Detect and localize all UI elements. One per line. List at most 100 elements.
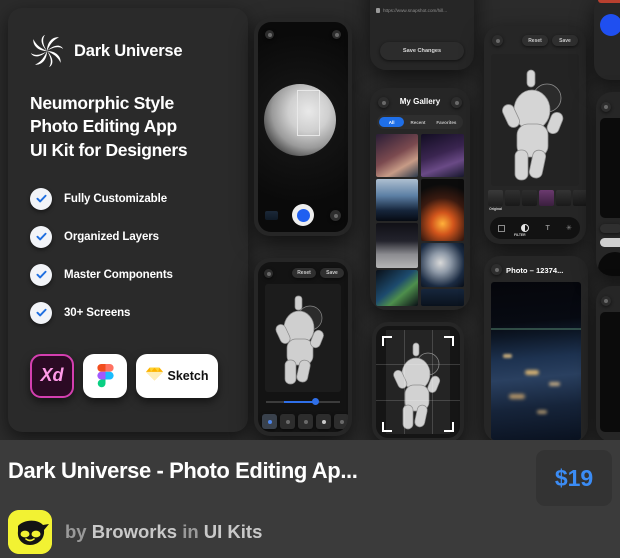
crop-corner-icon[interactable]	[382, 336, 392, 346]
gallery-thumb[interactable]	[421, 179, 464, 241]
filter-thumb[interactable]	[505, 190, 520, 206]
feature-list: Fully Customizable Organized Layers Mast…	[30, 187, 228, 324]
gallery-thumb[interactable]	[421, 134, 464, 177]
headline-line-2: Photo Editing App	[30, 116, 177, 137]
filter-thumb[interactable]	[522, 190, 537, 206]
tab-recent[interactable]: Recent	[404, 117, 431, 127]
adobe-xd-label: Xd	[40, 365, 64, 386]
feature-item: Fully Customizable	[30, 187, 228, 210]
camera-screen[interactable]	[254, 18, 352, 236]
back-arrow-icon[interactable]	[264, 269, 273, 278]
feature-label: Fully Customizable	[64, 192, 167, 205]
astronaut-photo	[265, 284, 341, 392]
filter-thumb[interactable]	[573, 190, 586, 206]
author-name[interactable]: Broworks	[92, 521, 177, 542]
check-circle-icon	[30, 263, 52, 286]
byline-text: by Broworks in UI Kits	[65, 521, 262, 543]
filter-thumb-selected[interactable]	[539, 190, 554, 206]
gallery-thumbnail-icon[interactable]	[265, 211, 278, 220]
filter-thumb-label: Original	[489, 207, 502, 211]
filter-icon[interactable]	[521, 224, 530, 232]
gallery-thumb[interactable]	[376, 270, 418, 306]
filter-toolbar[interactable]: T ✳	[490, 217, 580, 239]
gallery-thumb[interactable]	[376, 223, 418, 268]
crop-screen[interactable]	[372, 322, 464, 440]
product-card: Dark Universe Neumorphic Style Photo Edi…	[0, 0, 620, 558]
back-arrow-icon[interactable]	[491, 264, 502, 275]
filter-thumb[interactable]	[556, 190, 571, 206]
filter-thumbnail-strip[interactable]: Original	[488, 190, 586, 211]
browser-share-card[interactable]: https://www.snapshot.com/hill... Save Ch…	[370, 0, 474, 70]
url-text: https://www.snapshot.com/hill...	[383, 7, 448, 13]
partial-screen-top-right[interactable]	[594, 0, 620, 80]
save-button[interactable]: Save	[320, 268, 344, 278]
focus-frame	[297, 90, 320, 136]
more-options-icon[interactable]	[451, 97, 462, 108]
price-badge[interactable]: $19	[536, 450, 612, 506]
save-changes-button[interactable]: Save Changes	[380, 42, 464, 60]
gallery-thumb[interactable]	[376, 134, 418, 177]
feature-label: Organized Layers	[64, 230, 159, 243]
flip-camera-icon[interactable]	[330, 210, 341, 221]
reset-button[interactable]: Reset	[522, 35, 548, 46]
category-name[interactable]: UI Kits	[204, 521, 263, 542]
gallery-thumb[interactable]	[421, 243, 464, 287]
photo-detail-screen[interactable]: Photo – 12374...	[484, 256, 588, 440]
filter-toolbar-label: FILTER	[514, 233, 526, 237]
crop-icon[interactable]	[498, 224, 506, 232]
adjust-screen[interactable]: Reset Save	[254, 258, 352, 436]
tab-favorites[interactable]: Favorites	[432, 117, 461, 127]
byline-row: by Broworks in UI Kits	[8, 510, 262, 554]
gallery-grid[interactable]	[376, 134, 464, 306]
crop-corner-icon[interactable]	[444, 422, 454, 432]
warmth-icon[interactable]	[334, 414, 348, 429]
back-arrow-icon[interactable]	[492, 35, 503, 46]
crop-corner-icon[interactable]	[382, 422, 392, 432]
product-title[interactable]: Dark Universe - Photo Editing Ap...	[8, 458, 508, 484]
gallery-tabs[interactable]: All Recent Favorites	[377, 115, 463, 129]
settings-icon[interactable]	[332, 30, 341, 39]
saturation-icon[interactable]	[298, 414, 313, 429]
earth-at-night-photo	[491, 282, 581, 440]
back-arrow-icon[interactable]	[601, 102, 611, 112]
adjust-toolbar[interactable]	[262, 414, 348, 429]
partial-pill[interactable]	[600, 224, 620, 233]
filter-screen[interactable]: Reset Save Original T ✳ FILTER	[484, 26, 586, 244]
gallery-thumb[interactable]	[376, 179, 418, 221]
feature-item: Organized Layers	[30, 225, 228, 248]
partial-screen-mid-right[interactable]	[596, 92, 620, 276]
shutter-button-icon[interactable]	[292, 204, 314, 226]
adjust-slider[interactable]	[266, 398, 340, 405]
tab-all[interactable]: All	[379, 117, 405, 127]
crop-corner-icon[interactable]	[444, 336, 454, 346]
contrast-icon[interactable]	[280, 414, 295, 429]
ninja-avatar-icon[interactable]	[8, 510, 52, 554]
filter-thumb-original[interactable]: Original	[488, 190, 503, 211]
headline-line-1: Neumorphic Style	[30, 93, 174, 113]
brightness-icon[interactable]	[262, 414, 277, 429]
sketch-label: Sketch	[167, 368, 209, 383]
software-badges: Xd Sketch	[30, 353, 228, 398]
gallery-screen[interactable]: My Gallery All Recent Favorites	[370, 88, 470, 310]
sketch-diamond-icon	[145, 366, 163, 385]
text-icon[interactable]: T	[546, 225, 550, 232]
exposure-icon[interactable]	[316, 414, 331, 429]
gallery-thumb[interactable]	[421, 289, 464, 306]
check-circle-icon	[30, 225, 52, 248]
feature-label: Master Components	[64, 268, 173, 281]
feature-item: 30+ Screens	[30, 301, 228, 324]
sketch-badge: Sketch	[136, 353, 218, 398]
preview-image[interactable]: Dark Universe Neumorphic Style Photo Edi…	[0, 0, 620, 440]
check-circle-icon	[30, 301, 52, 324]
save-button[interactable]: Save	[552, 35, 578, 46]
back-arrow-icon[interactable]	[601, 296, 611, 306]
photo-detail-title: Photo – 12374...	[506, 266, 564, 275]
adjust-icon[interactable]: ✳	[566, 224, 572, 232]
adobe-xd-icon: Xd	[30, 353, 74, 398]
flash-icon[interactable]	[265, 30, 274, 39]
card-meta: Dark Universe - Photo Editing Ap... $19 …	[0, 440, 620, 558]
partial-screen-bottom-right[interactable]	[596, 286, 620, 440]
reset-button[interactable]: Reset	[292, 268, 316, 278]
hero-headline: Neumorphic Style Photo Editing App UI Ki…	[30, 92, 228, 162]
hero-panel: Dark Universe Neumorphic Style Photo Edi…	[8, 8, 248, 432]
